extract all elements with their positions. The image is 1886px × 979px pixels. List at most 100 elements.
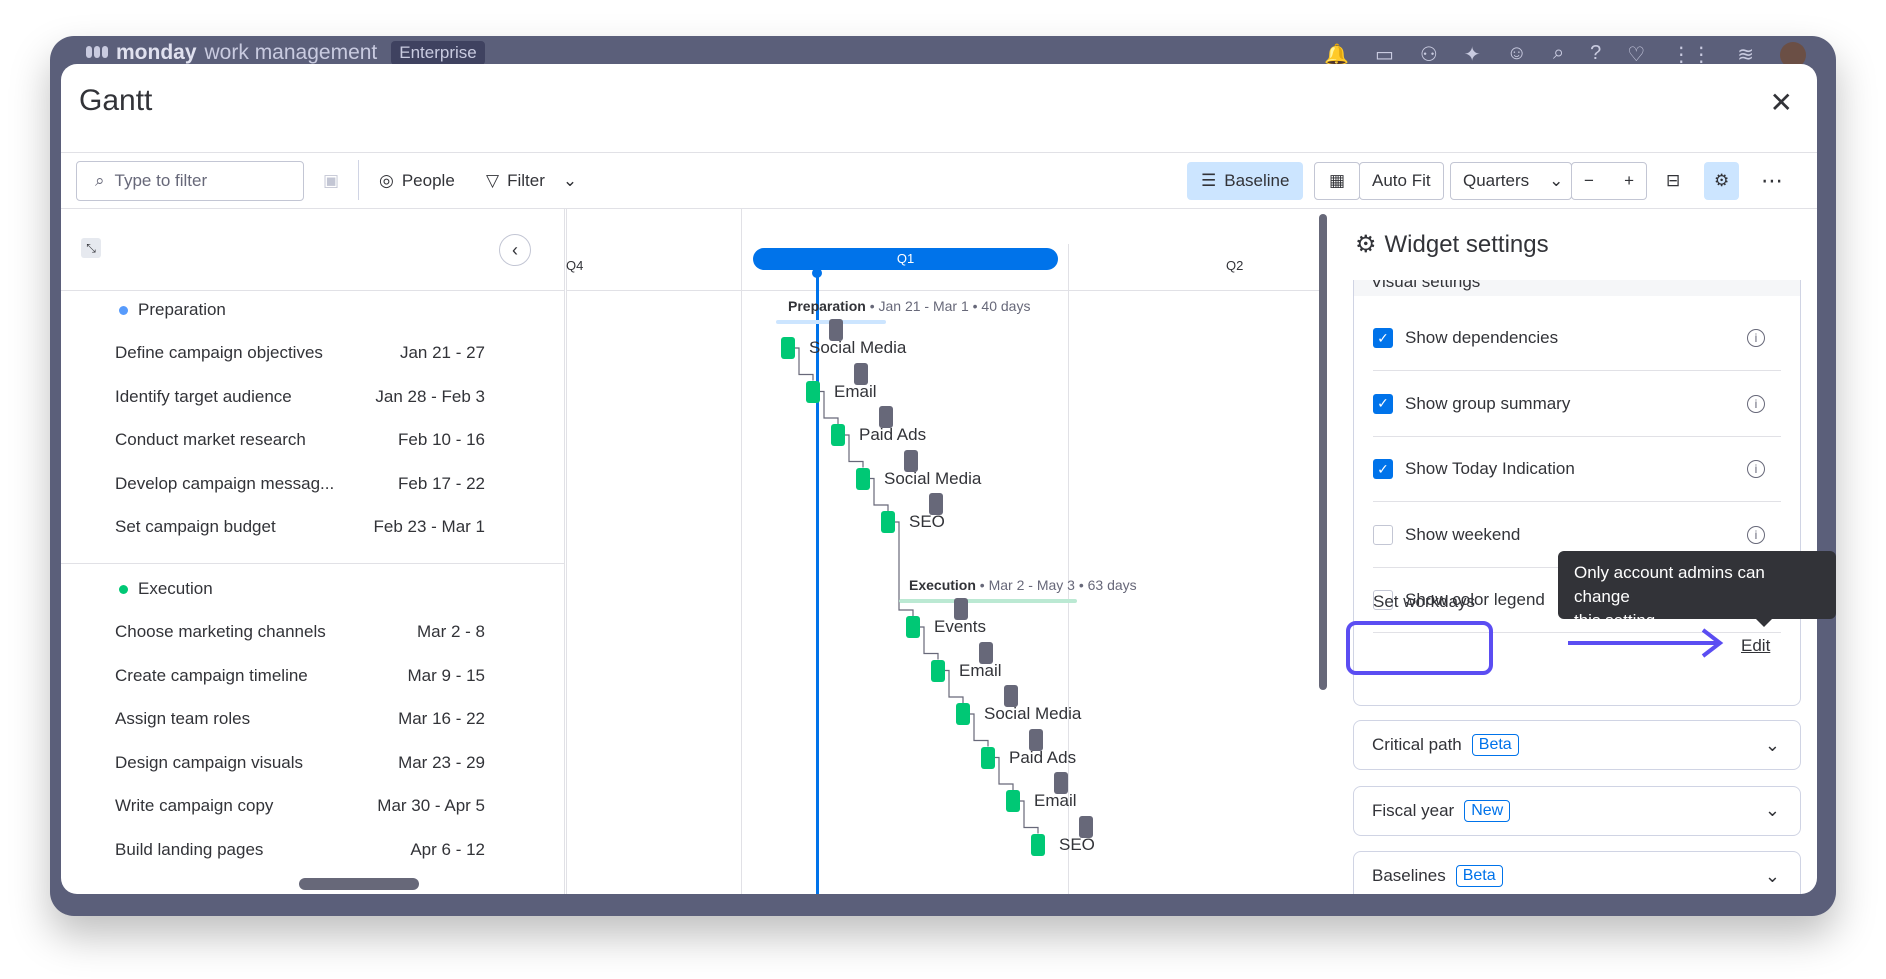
task-dates: Feb 23 - Mar 1 (373, 517, 486, 536)
zoom-stepper[interactable]: − + (1571, 162, 1647, 200)
task-name: Identify target audience (115, 386, 292, 406)
task-name: Design campaign visuals (115, 752, 304, 772)
task-bar-label: Social Media (809, 338, 907, 357)
task-bar-label: Email (959, 660, 1002, 680)
horizontal-scrollbar[interactable] (299, 878, 419, 890)
task-bar[interactable] (781, 337, 795, 359)
setting-label: Show group summary (1405, 393, 1571, 413)
layout-icon[interactable]: ⊟ (1666, 162, 1680, 200)
task-bar-label: Social Media (984, 704, 1082, 723)
gantt-chart: Q4 Q1 Q2 Preparation • Jan 21 - Mar 1 • … (566, 208, 1326, 894)
setting-row[interactable]: ✓ Show dependencies i (1373, 311, 1781, 365)
task-row[interactable]: Define campaign objectives Jan 21 - 27 (115, 343, 485, 363)
accordion-header[interactable]: Critical path Beta ⌄ (1353, 720, 1801, 770)
task-bar[interactable] (931, 659, 945, 682)
task-bar-label: Email (834, 381, 877, 401)
task-bar[interactable] (906, 616, 920, 638)
admin-tooltip: Only account admins can change this sett… (1558, 551, 1836, 630)
group-title[interactable]: Execution (119, 579, 213, 599)
settings-button[interactable]: ⚙ (1704, 162, 1740, 200)
task-bar[interactable] (881, 511, 895, 533)
status-badge: Beta (1455, 865, 1503, 887)
task-dates: Mar 16 - 22 (398, 709, 485, 728)
task-row[interactable]: Assign team roles Mar 16 - 22 (115, 709, 485, 729)
filter-button[interactable]: ▽ Filter ⌄ (486, 162, 577, 200)
people-button[interactable]: ◎ People (379, 162, 455, 200)
accordion-label: Fiscal year (1372, 800, 1455, 820)
task-dates: Feb 10 - 16 (398, 430, 485, 449)
filter-input[interactable]: ⌕ Type to filter (76, 161, 304, 201)
task-bar[interactable] (1031, 833, 1045, 856)
monday-logo-icon (86, 46, 108, 60)
task-row[interactable]: Identify target audience Jan 28 - Feb 3 (115, 387, 485, 407)
auto-fit-button[interactable]: Auto Fit (1359, 162, 1444, 200)
set-workdays-highlight (1346, 621, 1493, 675)
accordion-header[interactable]: Baselines Beta ⌄ (1353, 851, 1801, 894)
calendar-button[interactable]: ▦ (1314, 162, 1360, 200)
info-icon[interactable]: i (1747, 525, 1765, 544)
info-icon[interactable]: i (1747, 394, 1765, 413)
task-row[interactable]: Write campaign copy Mar 30 - Apr 5 (115, 796, 485, 816)
task-row[interactable]: Conduct market research Feb 10 - 16 (115, 430, 485, 450)
divider (61, 563, 564, 564)
zoom-in-icon[interactable]: + (1624, 171, 1634, 191)
zoom-out-icon[interactable]: − (1584, 171, 1594, 191)
task-row[interactable]: Build landing pages Apr 6 - 12 (115, 840, 485, 860)
task-bar-label: Paid Ads (1009, 747, 1077, 767)
setting-label: Show dependencies (1405, 328, 1559, 347)
group-name: Execution (138, 579, 213, 598)
task-name: Set campaign budget (115, 517, 276, 536)
edit-workdays-link[interactable]: Edit (1741, 636, 1770, 656)
close-icon[interactable]: ✕ (1770, 86, 1793, 119)
task-row[interactable]: Choose marketing channels Mar 2 - 8 (115, 622, 485, 642)
filter-label: Filter (507, 171, 545, 190)
task-bar[interactable] (831, 424, 845, 446)
group-name: Preparation (138, 300, 226, 319)
vertical-scrollbar[interactable] (1319, 214, 1327, 690)
group-summary-bar (899, 599, 1077, 603)
checkbox-checked-icon[interactable]: ✓ (1373, 328, 1393, 348)
divider (358, 160, 359, 200)
task-bar[interactable] (856, 467, 870, 490)
chevron-down-icon: ⌄ (562, 171, 578, 190)
task-dates: Mar 23 - 29 (398, 752, 485, 772)
info-icon[interactable]: i (1747, 329, 1765, 347)
group-title[interactable]: Preparation (119, 300, 226, 320)
task-row[interactable]: Create campaign timeline Mar 9 - 15 (115, 666, 485, 686)
checkbox-unchecked-icon[interactable] (1373, 524, 1393, 545)
group-summary: Preparation • Jan 21 - Mar 1 • 40 days (788, 298, 1030, 314)
task-bar[interactable] (981, 746, 995, 769)
task-name: Create campaign timeline (115, 665, 308, 685)
chevron-down-icon: ⌄ (1764, 865, 1780, 886)
baseline-button[interactable]: ☰ Baseline (1187, 162, 1304, 200)
save-view-icon[interactable]: ▣ (323, 162, 339, 200)
zoom-select[interactable]: Quarters ⌄ (1450, 162, 1572, 200)
task-name: Build landing pages (115, 839, 264, 859)
setting-row[interactable]: ✓ Show group summary i (1373, 377, 1781, 431)
more-icon[interactable]: ⋯ (1761, 162, 1783, 200)
person-icon: ◎ (379, 171, 394, 190)
setting-row[interactable]: ✓ Show Today Indication i (1373, 442, 1781, 496)
task-dates: Mar 9 - 15 (407, 665, 485, 685)
task-row[interactable]: Develop campaign messag... Feb 17 - 22 (115, 474, 485, 494)
task-row[interactable]: Design campaign visuals Mar 23 - 29 (115, 753, 485, 773)
task-bar[interactable] (1006, 790, 1020, 812)
task-dates: Feb 17 - 22 (398, 473, 485, 493)
task-name: Write campaign copy (115, 796, 274, 815)
panel-title-text: Widget settings (1384, 230, 1549, 258)
setting-label: Show Today Indication (1405, 459, 1575, 478)
status-badge: New (1464, 799, 1511, 822)
task-bar[interactable] (956, 703, 970, 725)
task-row[interactable]: Set campaign budget Feb 23 - Mar 1 (115, 517, 485, 537)
collapse-all-icon[interactable]: ⤡ (81, 238, 101, 258)
info-icon[interactable]: i (1747, 460, 1765, 478)
task-bar-label: Social Media (884, 468, 982, 488)
collapse-panel-button[interactable]: ‹ (499, 234, 531, 266)
checkbox-checked-icon[interactable]: ✓ (1373, 459, 1393, 479)
accordion-header[interactable]: Fiscal year New ⌄ (1353, 785, 1801, 836)
baseline-label: Baseline (1224, 171, 1290, 190)
checkbox-checked-icon[interactable]: ✓ (1373, 393, 1393, 414)
chevron-down-icon: ⌄ (1764, 734, 1780, 755)
task-bar[interactable] (806, 380, 820, 403)
brand[interactable]: monday work management Enterprise (86, 41, 485, 65)
